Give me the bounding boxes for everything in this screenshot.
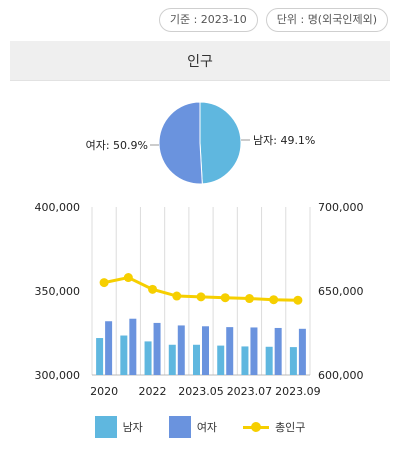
bar-female <box>274 327 282 375</box>
bar-female <box>153 322 161 375</box>
bar-female <box>202 326 209 375</box>
x-tick-label: 2023.09 <box>275 385 321 398</box>
point-total <box>220 293 230 303</box>
y-left-tick-label: 400,000 <box>35 201 81 214</box>
point-total <box>269 295 279 305</box>
x-tick-label: 2022 <box>139 385 167 398</box>
bar-female <box>105 321 113 375</box>
bar-female <box>298 328 306 375</box>
pie-slice-male <box>199 101 242 185</box>
bar-female <box>129 318 137 375</box>
bar-male <box>193 344 200 375</box>
bar-male <box>217 345 225 375</box>
population-charts: 남자: 49.1% 여자: 50.9% 300,000 350,000 400,000 6… <box>35 101 364 398</box>
legend-label-total: 총인구 <box>275 421 306 434</box>
y-right-tick-label: 650,000 <box>318 285 364 298</box>
point-total <box>244 294 254 304</box>
legend-swatch-female <box>168 416 191 438</box>
legend-swatch-total <box>243 421 270 433</box>
x-tick-label: 2023.05 <box>178 385 224 398</box>
pie-label-female: 여자: 50.9% <box>86 139 148 152</box>
bar-male <box>265 346 273 375</box>
point-total <box>123 273 133 283</box>
pie-label-male: 남자: 49.1% <box>253 134 315 147</box>
legend-swatch-male <box>94 416 117 438</box>
point-total <box>196 292 206 302</box>
bar-male <box>241 346 249 375</box>
legend-item-female: 여자 <box>168 416 218 438</box>
point-total <box>293 295 303 305</box>
bar-female <box>177 325 185 375</box>
bar-male <box>289 347 297 375</box>
x-tick-label: 2020 <box>90 385 118 398</box>
pie-slice-female <box>158 101 203 185</box>
y-left-tick-label: 300,000 <box>35 369 81 382</box>
x-tick-label: 2023.07 <box>227 385 273 398</box>
legend-item-male: 남자 <box>94 416 143 438</box>
legend-label-female: 여자 <box>196 421 218 434</box>
legend-label-male: 남자 <box>122 421 143 434</box>
bar-female <box>226 327 234 375</box>
legend-item-total: 총인구 <box>243 419 305 435</box>
y-right-tick-label: 600,000 <box>318 369 364 382</box>
bar-male <box>120 335 128 375</box>
bar-male <box>96 338 104 375</box>
y-left-tick-label: 350,000 <box>35 285 81 298</box>
bar-male <box>168 344 176 375</box>
bar-female <box>250 327 258 375</box>
bar-male <box>144 341 152 375</box>
chart-legend: 남자 여자 총인구 <box>0 416 400 438</box>
y-right-tick-label: 700,000 <box>318 201 364 214</box>
point-total <box>172 291 182 301</box>
point-total <box>148 284 158 294</box>
point-total <box>99 278 109 288</box>
